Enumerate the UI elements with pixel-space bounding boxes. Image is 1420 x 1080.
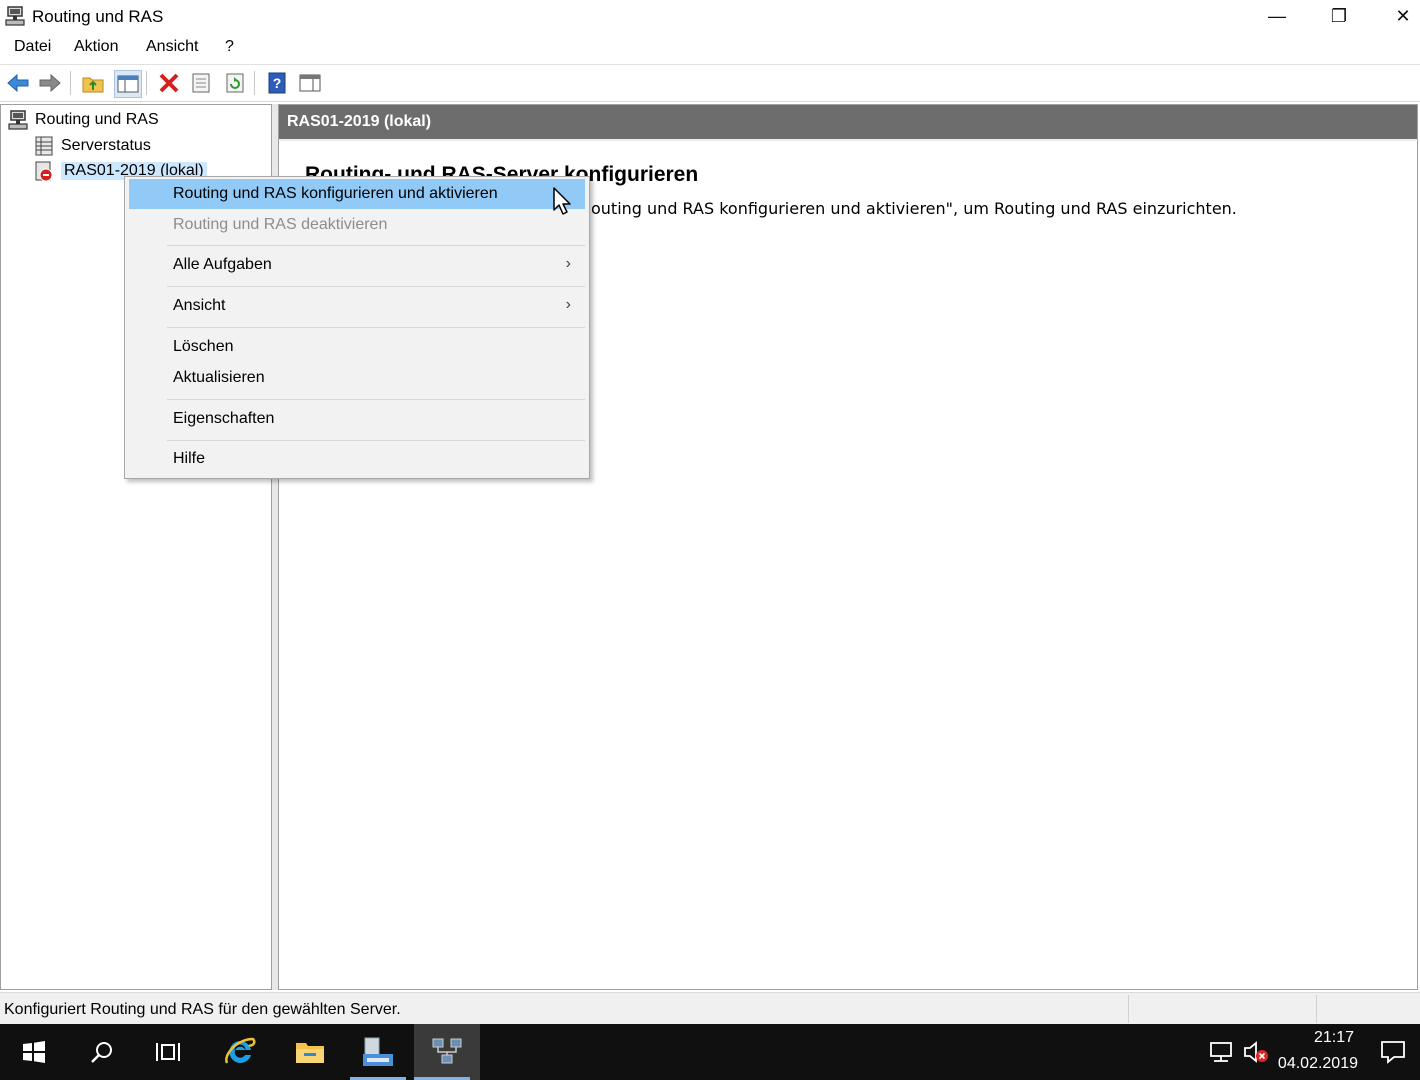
show-action-pane-button[interactable] [297,70,323,96]
menu-item-label: Routing und RAS konfigurieren und aktivi… [173,185,498,202]
svg-text:?: ? [273,75,282,91]
pane-divider [279,139,1417,141]
file-explorer-button[interactable] [282,1024,338,1080]
result-pane-header: RAS01-2019 (lokal) [279,105,1417,139]
clock-date[interactable]: 04.02.2019 [1278,1055,1358,1073]
menu-item-help[interactable]: Hilfe [129,444,585,474]
menu-item-configure-enable[interactable]: Routing und RAS konfigurieren und aktivi… [129,179,585,209]
menu-item-all-tasks[interactable]: Alle Aufgaben › [129,250,585,280]
menu-item-label: Routing und RAS deaktivieren [173,216,388,233]
menu-help[interactable]: ? [225,38,234,56]
mouse-cursor-icon [553,187,571,215]
minimize-button[interactable]: — [1254,0,1300,32]
action-center-icon[interactable] [1380,1040,1406,1064]
folder-icon [296,1043,324,1063]
windows-logo-icon [23,1041,45,1063]
forward-button[interactable] [37,70,63,96]
menu-separator [167,399,585,400]
server-status-icon [35,136,53,156]
up-one-level-button[interactable] [80,70,106,96]
window-title: Routing und RAS [32,7,164,26]
tree-root-label: Routing und RAS [35,111,159,128]
menu-separator [167,245,585,246]
menu-separator [167,327,585,328]
close-icon: ✕ [1395,5,1411,26]
menu-item-label: Ansicht [173,297,226,314]
menu-ansicht[interactable]: Ansicht [146,38,198,56]
show-action-pane-icon [299,74,321,92]
server-manager-icon [363,1037,393,1066]
status-divider [1316,995,1317,1023]
menu-item-view[interactable]: Ansicht › [129,291,585,321]
toolbar: ? [0,64,1420,102]
close-button[interactable]: ✕ [1380,0,1420,32]
show-hide-tree-button[interactable] [114,70,142,98]
tree-root-routing-ras[interactable]: Routing und RAS [7,109,159,131]
properties-icon [192,73,210,93]
status-divider [1128,995,1129,1023]
taskbar: 21:17 04.02.2019 [0,1024,1420,1080]
submenu-arrow-icon: › [565,296,571,313]
menu-separator [167,286,585,287]
help-icon: ? [268,72,286,94]
status-text: Konfiguriert Routing und RAS für den gew… [4,1001,401,1018]
result-pane-title: RAS01-2019 (lokal) [287,113,432,130]
menu-item-label: Löschen [173,338,234,355]
toolbar-separator [254,71,255,95]
network-routing-icon [432,1038,462,1064]
delete-icon [159,73,179,93]
internet-explorer-button[interactable] [212,1024,268,1080]
status-bar: Konfiguriert Routing und RAS für den gew… [0,992,1420,1025]
menu-item-properties[interactable]: Eigenschaften [129,404,585,434]
routing-ras-icon [8,110,28,130]
menu-bar: Datei Aktion Ansicht ? [0,34,1420,62]
restore-icon: ❐ [1330,5,1348,26]
search-icon [91,1042,112,1063]
menu-datei[interactable]: Datei [14,38,51,56]
minimize-icon: — [1268,5,1286,26]
menu-item-label: Alle Aufgaben [173,256,272,273]
routing-ras-taskbar-button[interactable] [414,1024,480,1080]
menu-item-label: Eigenschaften [173,410,275,427]
menu-separator [167,440,585,441]
menu-item-delete[interactable]: Löschen [129,332,585,362]
search-button[interactable] [74,1024,130,1080]
refresh-icon [226,73,244,93]
server-stopped-icon [35,161,53,182]
speaker-muted-icon[interactable] [1242,1040,1270,1064]
task-view-icon [156,1043,180,1061]
server-manager-button[interactable] [350,1024,406,1080]
start-button[interactable] [6,1024,62,1080]
back-button[interactable] [5,70,31,96]
task-view-button[interactable] [140,1024,196,1080]
up-folder-icon [82,77,104,93]
network-icon[interactable] [1208,1040,1234,1064]
configure-instructions: outing und RAS konfigurieren und aktivie… [591,199,1237,218]
toolbar-separator [146,71,147,95]
tree-item-serverstatus[interactable]: Serverstatus [33,135,151,157]
properties-button[interactable] [188,70,214,96]
submenu-arrow-icon: › [565,255,571,272]
toolbar-separator [70,71,71,95]
menu-item-label: Aktualisieren [173,369,265,386]
clock-time[interactable]: 21:17 [1314,1029,1354,1047]
internet-explorer-icon [225,1037,256,1064]
back-arrow-icon [7,73,29,93]
tree-item-label: Serverstatus [61,137,151,154]
menu-item-label: Hilfe [173,450,206,467]
routing-app-icon [5,6,25,26]
refresh-button[interactable] [222,70,248,96]
menu-item-disable: Routing und RAS deaktivieren [129,210,585,240]
forward-arrow-icon [39,73,61,93]
help-button[interactable]: ? [264,70,290,96]
context-menu: Routing und RAS konfigurieren und aktivi… [124,176,590,479]
menu-item-refresh[interactable]: Aktualisieren [129,363,585,393]
show-hide-tree-icon [117,75,139,93]
menu-aktion[interactable]: Aktion [74,38,118,56]
title-bar: Routing und RAS — ❐ ✕ [0,0,1420,34]
delete-button[interactable] [156,70,182,96]
maximize-button[interactable]: ❐ [1316,0,1362,32]
